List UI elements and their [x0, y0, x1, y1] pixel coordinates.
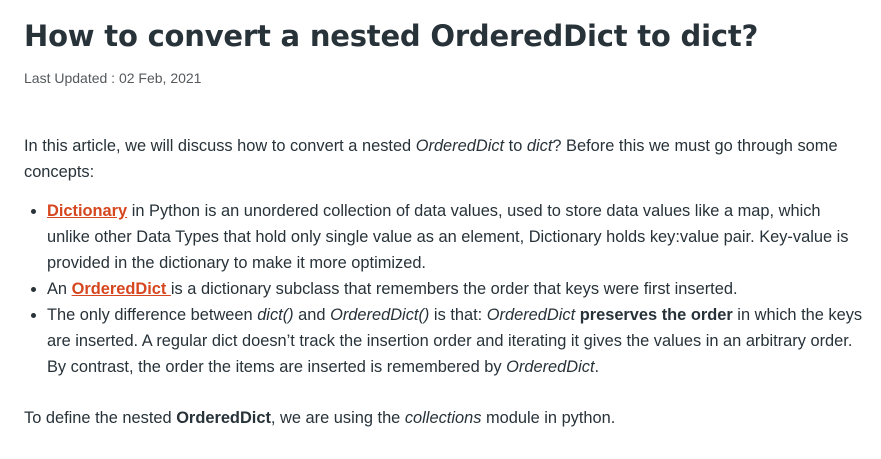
list-item: An OrderedDict is a dictionary subclass …	[47, 276, 867, 302]
bullet-3-em-dict: dict()	[257, 306, 294, 324]
outro-strong: OrderedDict	[176, 409, 271, 427]
bullet-3-em-ordereddict-call: OrderedDict()	[330, 306, 430, 324]
intro-paragraph: In this article, we will discuss how to …	[24, 133, 864, 185]
dictionary-link[interactable]: Dictionary	[47, 202, 127, 220]
bullet-3-text-1: The only difference between	[47, 306, 258, 324]
list-item: The only difference between dict() and O…	[47, 302, 867, 380]
bullet-1-text: in Python is an unordered collection of …	[47, 202, 849, 272]
bullet-3-em-ordereddict: OrderedDict	[486, 306, 576, 324]
bullet-2-text: is a dictionary subclass that remembers …	[170, 280, 738, 298]
intro-text-2: to	[504, 137, 527, 155]
bullet-3-text-5: .	[594, 358, 600, 376]
outro-text-1: To define the nested	[24, 409, 177, 427]
list-item: Dictionary in Python is an unordered col…	[47, 198, 867, 276]
concepts-list: Dictionary in Python is an unordered col…	[24, 198, 867, 380]
bullet-3-text-3: is that:	[429, 306, 487, 324]
intro-text-1: In this article, we will discuss how to …	[24, 137, 416, 155]
bullet-3-strong: preserves the order	[575, 306, 733, 324]
intro-em-ordereddict: OrderedDict	[415, 137, 505, 155]
article-title: How to convert a nested OrderedDict to d…	[24, 19, 759, 53]
intro-em-dict: dict	[526, 137, 553, 155]
outro-text-2: , we are using the	[270, 409, 405, 427]
outro-text-3: module in python.	[481, 409, 616, 427]
outro-paragraph: To define the nested OrderedDict, we are…	[24, 405, 864, 431]
last-updated: Last Updated : 02 Feb, 2021	[24, 70, 202, 86]
bullet-2-pre: An	[47, 280, 72, 298]
bullet-3-em-ordereddict-end: OrderedDict	[506, 358, 595, 376]
outro-em-collections: collections	[404, 409, 482, 427]
bullet-3-text-2: and	[293, 306, 331, 324]
ordereddict-link[interactable]: OrderedDict	[72, 280, 171, 298]
